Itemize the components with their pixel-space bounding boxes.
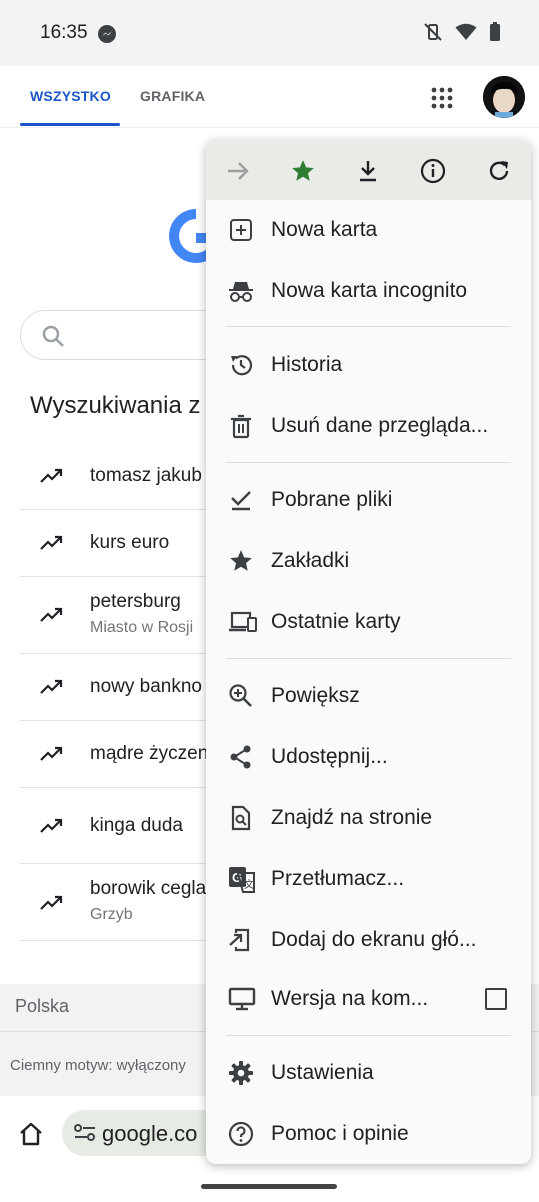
desktop-site-checkbox[interactable] [485, 988, 507, 1010]
mute-vibrate-icon [423, 22, 443, 47]
help-icon [228, 1121, 254, 1147]
menu-item-label: Pobrane pliki [271, 488, 393, 511]
menu-item-label: Usuń dane przegląda... [271, 414, 489, 437]
menu-item-downloads[interactable]: Pobrane pliki [206, 470, 531, 530]
menu-item-label: Pomoc i opinie [271, 1122, 409, 1145]
status-bar: 16:35 [0, 0, 539, 66]
menu-item-label: Dodaj do ekranu głó... [271, 928, 477, 951]
desktop-icon [228, 986, 256, 1012]
trending-up-icon [40, 744, 64, 769]
tab-all[interactable]: WSZYSTKO [30, 88, 111, 104]
trash-icon [228, 413, 254, 439]
menu-item-label: Powiększ [271, 684, 360, 707]
search-icon [41, 324, 65, 353]
country-label: Polska [15, 996, 70, 1016]
download-icon[interactable] [355, 158, 381, 184]
menu-divider [226, 462, 511, 463]
menu-item-zoom[interactable]: Powiększ [206, 666, 531, 726]
menu-item-help-feedback[interactable]: Pomoc i opinie [206, 1104, 531, 1164]
info-icon[interactable] [420, 158, 446, 184]
url-text: google.co [102, 1121, 198, 1146]
trend-label: borowik cegla [90, 878, 207, 899]
trending-up-icon [40, 893, 64, 918]
add-to-home-icon [228, 927, 254, 953]
forward-arrow-icon[interactable] [225, 158, 251, 184]
dark-mode-toggle-link[interactable]: Ciemny motyw: wyłączony [10, 1057, 186, 1074]
google-header: WSZYSTKO GRAFIKA [0, 66, 539, 128]
share-icon [228, 744, 254, 770]
gesture-nav-bar [0, 1176, 539, 1202]
bookmark-star-icon[interactable] [290, 158, 316, 184]
tab-images[interactable]: GRAFIKA [140, 88, 205, 104]
avatar[interactable] [483, 76, 525, 118]
trending-up-icon [40, 533, 64, 558]
menu-item-new-incognito-tab[interactable]: Nowa karta incognito [206, 261, 531, 321]
site-settings-icon[interactable] [74, 1123, 96, 1148]
trending-up-icon [40, 677, 64, 702]
trend-sublabel: Grzyb [90, 906, 133, 923]
menu-divider [226, 1035, 511, 1036]
home-icon[interactable] [18, 1122, 44, 1151]
status-time: 16:35 [40, 22, 88, 43]
gesture-handle[interactable] [201, 1184, 337, 1189]
trend-label: kurs euro [90, 532, 170, 553]
battery-icon [489, 22, 501, 47]
menu-item-label: Nowa karta [271, 218, 378, 241]
svg-text:文: 文 [244, 878, 254, 891]
menu-item-new-tab[interactable]: Nowa karta [206, 200, 531, 260]
menu-toolbar [206, 140, 531, 200]
menu-item-label: Udostępnij... [271, 745, 388, 768]
trending-up-icon [40, 816, 64, 841]
trend-label: petersburg [90, 591, 181, 612]
find-in-page-icon [228, 805, 254, 831]
menu-item-label: Ostatnie karty [271, 610, 401, 633]
menu-item-label: Historia [271, 353, 343, 376]
active-tab-indicator [20, 123, 120, 126]
new-tab-icon [228, 217, 254, 243]
trend-label: mądre życzen [90, 743, 209, 764]
trend-sublabel: Miasto w Rosji [90, 619, 194, 636]
menu-item-label: Nowa karta incognito [271, 279, 468, 302]
chrome-overflow-menu: Nowa karta Nowa karta incognito Historia… [206, 140, 531, 1164]
wifi-icon [455, 23, 477, 46]
menu-item-clear-browsing-data[interactable]: Usuń dane przegląda... [206, 396, 531, 456]
apps-grid-icon[interactable] [430, 86, 454, 110]
menu-item-label: Znajdź na stronie [271, 806, 433, 829]
bookmarks-star-icon [228, 548, 254, 574]
menu-item-label: Wersja na kom... [271, 987, 429, 1010]
trend-label: kinga duda [90, 815, 183, 836]
reload-icon[interactable] [486, 158, 512, 184]
trend-label: nowy bankno [90, 676, 202, 697]
menu-divider [226, 658, 511, 659]
devices-icon [228, 609, 257, 635]
menu-item-translate[interactable]: G文 Przetłumacz... [206, 849, 531, 909]
downloads-check-icon [228, 487, 254, 513]
menu-item-find-in-page[interactable]: Znajdź na stronie [206, 788, 531, 848]
system-icons [423, 22, 501, 47]
incognito-icon [228, 278, 254, 304]
menu-item-history[interactable]: Historia [206, 335, 531, 395]
trending-up-icon [40, 605, 64, 630]
history-icon [228, 352, 254, 378]
menu-item-label: Przetłumacz... [271, 867, 405, 890]
menu-item-recent-tabs[interactable]: Ostatnie karty [206, 592, 531, 652]
menu-item-share[interactable]: Udostępnij... [206, 727, 531, 787]
messenger-icon [97, 24, 117, 44]
zoom-icon [228, 683, 254, 709]
menu-item-settings[interactable]: Ustawienia [206, 1043, 531, 1103]
menu-item-desktop-site[interactable]: Wersja na kom... [206, 969, 531, 1029]
menu-item-bookmarks[interactable]: Zakładki [206, 531, 531, 591]
menu-item-label: Ustawienia [271, 1061, 374, 1084]
settings-gear-icon [228, 1060, 254, 1086]
trend-label: tomasz jakub [90, 465, 202, 486]
translate-icon: G文 [228, 866, 255, 893]
menu-item-add-to-home-screen[interactable]: Dodaj do ekranu głó... [206, 910, 531, 970]
menu-divider [226, 326, 511, 327]
trending-title: Wyszukiwania z [30, 392, 201, 419]
menu-item-label: Zakładki [271, 549, 350, 572]
trending-up-icon [40, 466, 64, 491]
